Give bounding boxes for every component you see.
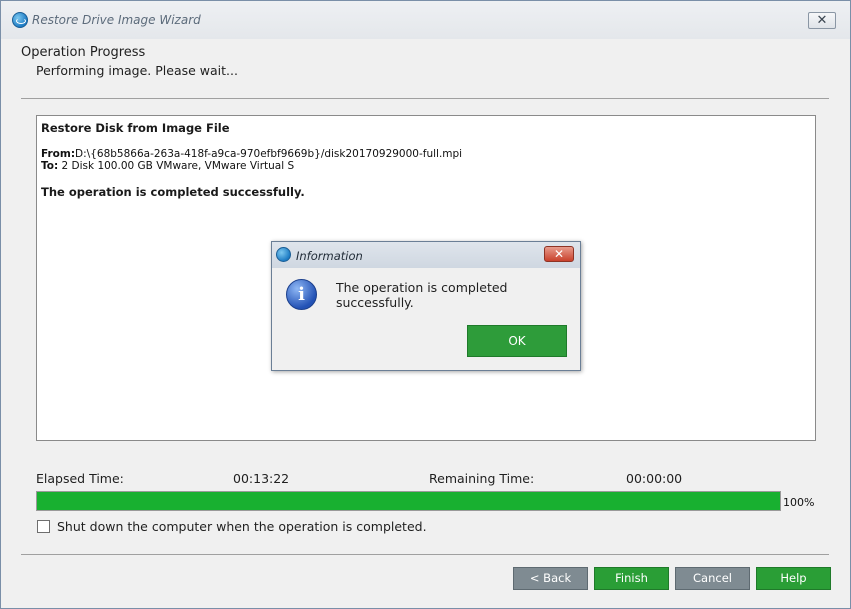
window-close-button[interactable]: ✕ (808, 12, 836, 29)
section-title: Operation Progress (21, 45, 146, 60)
shutdown-checkbox-label[interactable]: Shut down the computer when the operatio… (57, 519, 427, 534)
dialog-title: Information (296, 249, 363, 263)
log-to-label: To: (41, 160, 59, 172)
back-button[interactable]: < Back (513, 567, 588, 590)
elapsed-time-label: Elapsed Time: (36, 471, 124, 486)
log-to-line: To: 2 Disk 100.00 GB VMware, VMware Virt… (41, 160, 294, 172)
log-status: The operation is completed successfully. (41, 185, 305, 199)
dialog-app-icon (276, 247, 291, 262)
log-from-label: From: (41, 148, 76, 160)
cancel-button[interactable]: Cancel (675, 567, 750, 590)
progress-bar (36, 491, 781, 511)
app-logo-icon (12, 12, 28, 28)
progress-percent: 100% (783, 496, 815, 509)
dialog-title-bar: Information ✕ (272, 242, 580, 268)
log-to-value: 2 Disk 100.00 GB VMware, VMware Virtual … (61, 160, 295, 172)
shutdown-checkbox[interactable] (37, 520, 50, 533)
log-title: Restore Disk from Image File (41, 121, 230, 135)
log-from-value: D:\{68b5866a-263a-418f-a9ca-970efbf9669b… (75, 148, 463, 160)
finish-button[interactable]: Finish (594, 567, 669, 590)
info-icon: i (286, 279, 317, 310)
log-from-line: From:D:\{68b5866a-263a-418f-a9ca-970efbf… (41, 148, 462, 160)
title-bar: Restore Drive Image Wizard ✕ (1, 1, 850, 39)
information-dialog: Information ✕ i The operation is complet… (271, 241, 581, 371)
dialog-close-button[interactable]: ✕ (544, 246, 574, 262)
remaining-time-label: Remaining Time: (429, 471, 535, 486)
header-divider (21, 98, 829, 99)
help-button[interactable]: Help (756, 567, 831, 590)
footer-divider (21, 554, 829, 555)
elapsed-time-value: 00:13:22 (233, 471, 290, 486)
remaining-time-value: 00:00:00 (626, 471, 683, 486)
wizard-window: Restore Drive Image Wizard ✕ Operation P… (0, 0, 851, 609)
dialog-ok-button[interactable]: OK (467, 325, 567, 357)
dialog-message: The operation is completed successfully. (336, 280, 508, 310)
window-title: Restore Drive Image Wizard (32, 13, 201, 27)
section-subtitle: Performing image. Please wait... (36, 63, 238, 78)
progress-bar-fill (37, 492, 780, 510)
